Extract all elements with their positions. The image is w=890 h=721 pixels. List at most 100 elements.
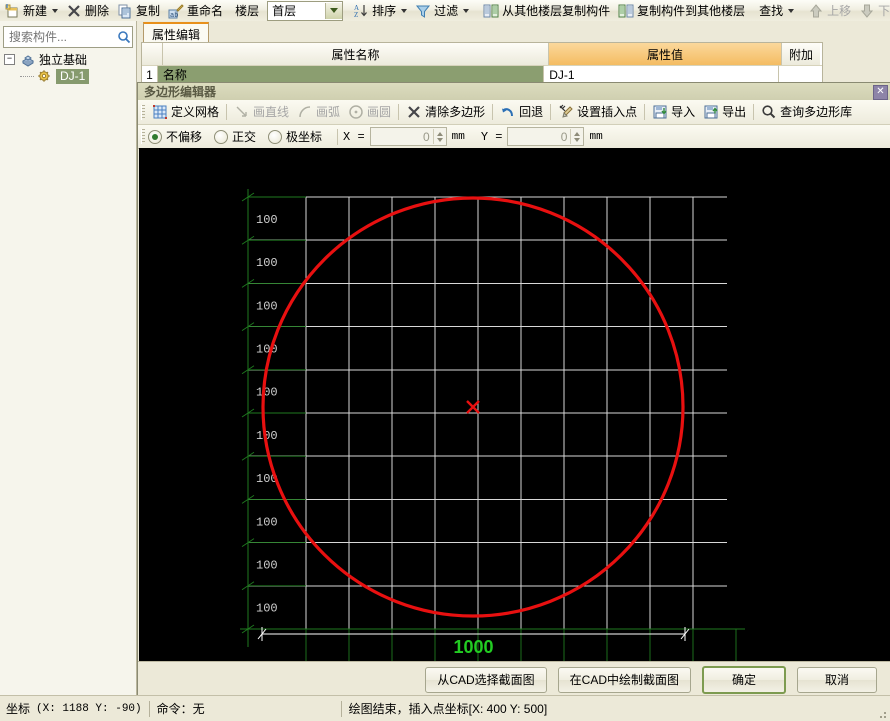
draw-section-in-cad-button[interactable]: 在CAD中绘制截面图 bbox=[557, 666, 691, 693]
radio-polar[interactable]: 极坐标 bbox=[268, 129, 323, 144]
x-offset-spin-buttons[interactable] bbox=[432, 129, 446, 144]
tool-query-polygon-library[interactable]: 查询多边形库 bbox=[757, 102, 856, 122]
row-extra[interactable] bbox=[779, 65, 823, 83]
tool-clear-polygon-label: 清除多边形 bbox=[425, 105, 486, 119]
toolbar-button-filter[interactable]: 过滤 bbox=[411, 1, 473, 20]
collapse-toggle-icon[interactable]: − bbox=[4, 54, 15, 65]
copy-to-floor-icon bbox=[618, 3, 634, 19]
x-offset-unit: mm bbox=[451, 130, 465, 143]
status-separator-1 bbox=[148, 700, 150, 717]
toolbar-button-copy-from-other-floor[interactable]: 从其他楼层复制构件 bbox=[479, 1, 614, 20]
svg-text:100: 100 bbox=[256, 559, 278, 573]
tool-draw-circle-label: 画圆 bbox=[367, 105, 392, 119]
toolbar-grip[interactable] bbox=[141, 104, 145, 120]
search-box[interactable] bbox=[3, 26, 133, 48]
search-input[interactable] bbox=[7, 29, 115, 45]
tool-draw-arc-label: 画弧 bbox=[316, 105, 341, 119]
radio-no-offset-label: 不偏移 bbox=[166, 129, 203, 144]
radio-orthogonal-indicator[interactable] bbox=[214, 129, 229, 144]
tool-import-label: 导入 bbox=[671, 105, 696, 119]
toolbar-button-sort[interactable]: A Z 排序 bbox=[349, 1, 411, 20]
tool-import[interactable]: 导入 bbox=[648, 102, 699, 122]
row-property-value[interactable]: DJ-1 bbox=[544, 65, 780, 83]
toolbar-label-copy: 复制 bbox=[136, 3, 161, 18]
toolbar-button-copy-to-other-floor[interactable]: 复制构件到其他楼层 bbox=[614, 1, 749, 20]
tree-node-dj1[interactable]: DJ-1 bbox=[4, 68, 134, 85]
main-toolbar: 新建 删除 复制 ab 重命名 楼层 首层 A Z 排序 过滤 从其他楼层复制构… bbox=[0, 0, 890, 22]
svg-text:100: 100 bbox=[256, 343, 278, 357]
toolbar-button-copy[interactable]: 复制 bbox=[113, 1, 164, 20]
toolbar-label-copy-to-other-floor: 复制构件到其他楼层 bbox=[637, 3, 746, 18]
tool-set-insert-point[interactable]: 设置插入点 bbox=[554, 102, 641, 122]
radio-polar-indicator[interactable] bbox=[268, 129, 283, 144]
dialog-footer: 从CAD选择截面图 在CAD中绘制截面图 确定 取消 bbox=[138, 661, 890, 697]
tool-draw-circle[interactable]: 画圆 bbox=[344, 102, 395, 122]
toolbar-label-copy-from-other-floor: 从其他楼层复制构件 bbox=[502, 3, 611, 18]
svg-text:100: 100 bbox=[256, 299, 278, 313]
polygon-canvas-svg[interactable]: 1001001001001001001001001001001001001001… bbox=[139, 148, 890, 721]
chevron-down-icon[interactable] bbox=[788, 8, 795, 13]
radio-orthogonal[interactable]: 正交 bbox=[214, 129, 256, 144]
y-offset-stepper[interactable]: 0 bbox=[507, 127, 585, 146]
dialog-titlebar[interactable]: 多边形编辑器 ✕ bbox=[138, 83, 890, 100]
y-offset-value[interactable]: 0 bbox=[508, 130, 570, 144]
toolbar-label-delete: 删除 bbox=[85, 3, 110, 18]
toolbar-button-find[interactable]: 查找 bbox=[755, 1, 798, 20]
tool-undo[interactable]: 回退 bbox=[496, 102, 547, 122]
resize-grip-icon[interactable] bbox=[876, 708, 888, 720]
undo-arrow-icon bbox=[500, 104, 516, 120]
offset-toolbar-grip[interactable] bbox=[141, 129, 145, 144]
ok-button[interactable]: 确定 bbox=[702, 665, 786, 694]
x-offset-value[interactable]: 0 bbox=[371, 130, 433, 144]
dialog-toolbar-separator-4 bbox=[550, 104, 552, 120]
insert-point-icon bbox=[558, 104, 574, 120]
tree-node-foundation[interactable]: − 独立基础 bbox=[4, 51, 134, 68]
tool-draw-arc[interactable]: 画弧 bbox=[293, 102, 344, 122]
search-library-icon bbox=[761, 104, 777, 120]
toolbar-label-filter: 过滤 bbox=[434, 3, 459, 18]
x-offset-stepper[interactable]: 0 bbox=[369, 127, 447, 146]
floor-select-value: 首层 bbox=[272, 4, 297, 18]
chevron-down-icon[interactable] bbox=[52, 8, 59, 13]
dialog-toolbar-separator-1 bbox=[226, 104, 228, 120]
radio-polar-label: 极坐标 bbox=[286, 129, 323, 144]
toolbar-button-new[interactable]: 新建 bbox=[0, 1, 62, 20]
search-icon[interactable] bbox=[115, 28, 132, 46]
toolbar-button-move-up[interactable]: 上移 bbox=[804, 1, 855, 20]
chevron-down-icon[interactable] bbox=[325, 2, 343, 19]
svg-text:100: 100 bbox=[256, 602, 278, 616]
foundation-icon bbox=[20, 52, 36, 68]
application-window: 新建 删除 复制 ab 重命名 楼层 首层 A Z 排序 过滤 从其他楼层复制构… bbox=[0, 0, 890, 721]
table-row[interactable]: 1 名称 DJ-1 bbox=[142, 65, 823, 83]
chevron-down-icon[interactable] bbox=[401, 8, 408, 13]
close-icon[interactable]: ✕ bbox=[873, 85, 888, 100]
tool-export[interactable]: 导出 bbox=[699, 102, 750, 122]
line-icon bbox=[234, 104, 250, 120]
arrow-up-icon bbox=[808, 3, 824, 19]
select-section-from-cad-button[interactable]: 从CAD选择截面图 bbox=[425, 666, 547, 693]
component-gear-icon bbox=[37, 69, 53, 85]
offset-toolbar: 不偏移 正交 极坐标 X = 0 mm Y = 0 mm bbox=[138, 125, 890, 149]
tool-clear-polygon[interactable]: 清除多边形 bbox=[402, 102, 489, 122]
offset-toolbar-separator bbox=[337, 128, 339, 145]
floor-select[interactable]: 首层 bbox=[267, 0, 344, 21]
y-offset-spin-buttons[interactable] bbox=[570, 129, 583, 144]
tree-connector bbox=[20, 75, 34, 78]
tree-node-foundation-label: 独立基础 bbox=[39, 53, 88, 67]
toolbar-button-rename[interactable]: ab 重命名 bbox=[164, 1, 227, 20]
property-grid: 属性名称 属性值 附加 1 名称 DJ-1 bbox=[141, 42, 823, 84]
toolbar-button-delete[interactable]: 删除 bbox=[62, 1, 113, 20]
tab-property-edit[interactable]: 属性编辑 bbox=[143, 22, 210, 44]
row-index: 1 bbox=[142, 65, 158, 83]
cancel-button[interactable]: 取消 bbox=[797, 666, 877, 693]
toolbar-button-move-down[interactable]: 下移 bbox=[855, 1, 890, 20]
toolbar-label-move-up: 上移 bbox=[827, 3, 852, 18]
tool-define-grid[interactable]: 定义网格 bbox=[148, 102, 223, 122]
radio-no-offset-indicator[interactable] bbox=[148, 129, 162, 144]
radio-no-offset[interactable]: 不偏移 bbox=[148, 129, 203, 144]
dialog-toolbar-separator-5 bbox=[644, 104, 646, 120]
tool-draw-line[interactable]: 画直线 bbox=[230, 102, 293, 122]
chevron-down-icon[interactable] bbox=[463, 8, 470, 13]
drawing-canvas[interactable]: 1001001001001001001001001001001001001001… bbox=[139, 148, 890, 721]
rename-icon: ab bbox=[168, 3, 184, 20]
